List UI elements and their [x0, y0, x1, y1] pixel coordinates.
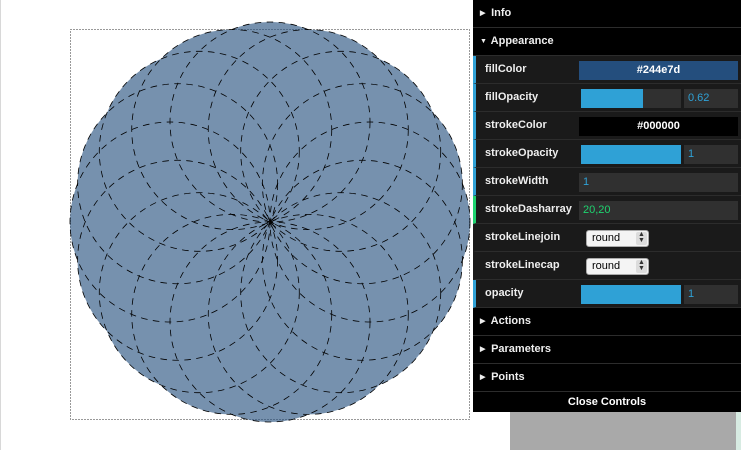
opacity-slider-fill [581, 285, 681, 304]
stroke-linecap-value: round [592, 260, 621, 272]
gray-panel [510, 412, 736, 450]
stroke-color-input[interactable]: #000000 [579, 117, 738, 136]
stroke-dasharray-input[interactable]: 20,20 [579, 201, 738, 220]
fill-opacity-slider[interactable] [581, 89, 681, 108]
stroke-width-input[interactable]: 1 [579, 173, 738, 192]
stroke-linecap-select[interactable]: round ▲ ▼ [586, 258, 649, 275]
folder-parameters[interactable]: ▶ Parameters [473, 336, 741, 364]
stroke-opacity-label: strokeOpacity [485, 147, 559, 159]
fill-opacity-row: fillOpacity 0.62 [473, 84, 741, 112]
folder-info-label: Info [491, 7, 512, 19]
stroke-linejoin-select[interactable]: round ▲ ▼ [586, 230, 649, 247]
folder-parameters-label: Parameters [491, 343, 551, 355]
caret-right-icon: ▶ [480, 10, 486, 17]
gray-panel-accent [736, 412, 741, 450]
stroke-color-label: strokeColor [485, 119, 547, 131]
fill-color-row: fillColor #244e7d [473, 56, 741, 84]
stroke-linecap-label: strokeLinecap [485, 259, 560, 271]
folder-points-label: Points [491, 371, 525, 383]
stroke-opacity-slider-fill [581, 145, 681, 164]
close-controls-button[interactable]: Close Controls [473, 392, 741, 412]
stroke-linejoin-label: strokeLinejoin [485, 231, 561, 243]
caret-right-icon: ▶ [480, 374, 486, 381]
stroke-dasharray-label: strokeDasharray [485, 203, 572, 215]
folder-appearance[interactable]: ▼ Appearance [473, 28, 741, 56]
fill-color-input[interactable]: #244e7d [579, 61, 738, 80]
folder-points[interactable]: ▶ Points [473, 364, 741, 392]
caret-down-icon: ▼ [480, 38, 487, 45]
folder-actions[interactable]: ▶ Actions [473, 308, 741, 336]
fill-color-label: fillColor [485, 63, 527, 75]
stroke-dasharray-row: strokeDasharray 20,20 [473, 196, 741, 224]
stroke-linejoin-value: round [592, 232, 621, 244]
stroke-width-label: strokeWidth [485, 175, 549, 187]
caret-right-icon: ▶ [480, 346, 486, 353]
fill-opacity-label: fillOpacity [485, 91, 539, 103]
controls-panel: ▶ Info ▼ Appearance fillColor #244e7d fi… [473, 0, 741, 412]
fill-opacity-input[interactable]: 0.62 [684, 89, 738, 108]
caret-right-icon: ▶ [480, 318, 486, 325]
stroke-opacity-row: strokeOpacity 1 [473, 140, 741, 168]
opacity-row: opacity 1 [473, 280, 741, 308]
folder-appearance-label: Appearance [490, 35, 554, 47]
stroke-color-row: strokeColor #000000 [473, 112, 741, 140]
select-arrows-icon: ▲ ▼ [636, 259, 647, 273]
folder-actions-label: Actions [490, 315, 531, 327]
select-arrows-icon: ▲ ▼ [636, 231, 647, 245]
stroke-linecap-row: strokeLinecap round ▲ ▼ [473, 252, 741, 280]
opacity-input[interactable]: 1 [684, 285, 738, 304]
stroke-linejoin-row: strokeLinejoin round ▲ ▼ [473, 224, 741, 252]
opacity-slider[interactable] [581, 285, 681, 304]
stroke-width-row: strokeWidth 1 [473, 168, 741, 196]
folder-info[interactable]: ▶ Info [473, 0, 741, 28]
fill-opacity-slider-fill [581, 89, 643, 108]
stroke-opacity-input[interactable]: 1 [684, 145, 738, 164]
opacity-label: opacity [485, 287, 524, 299]
stroke-opacity-slider[interactable] [581, 145, 681, 164]
